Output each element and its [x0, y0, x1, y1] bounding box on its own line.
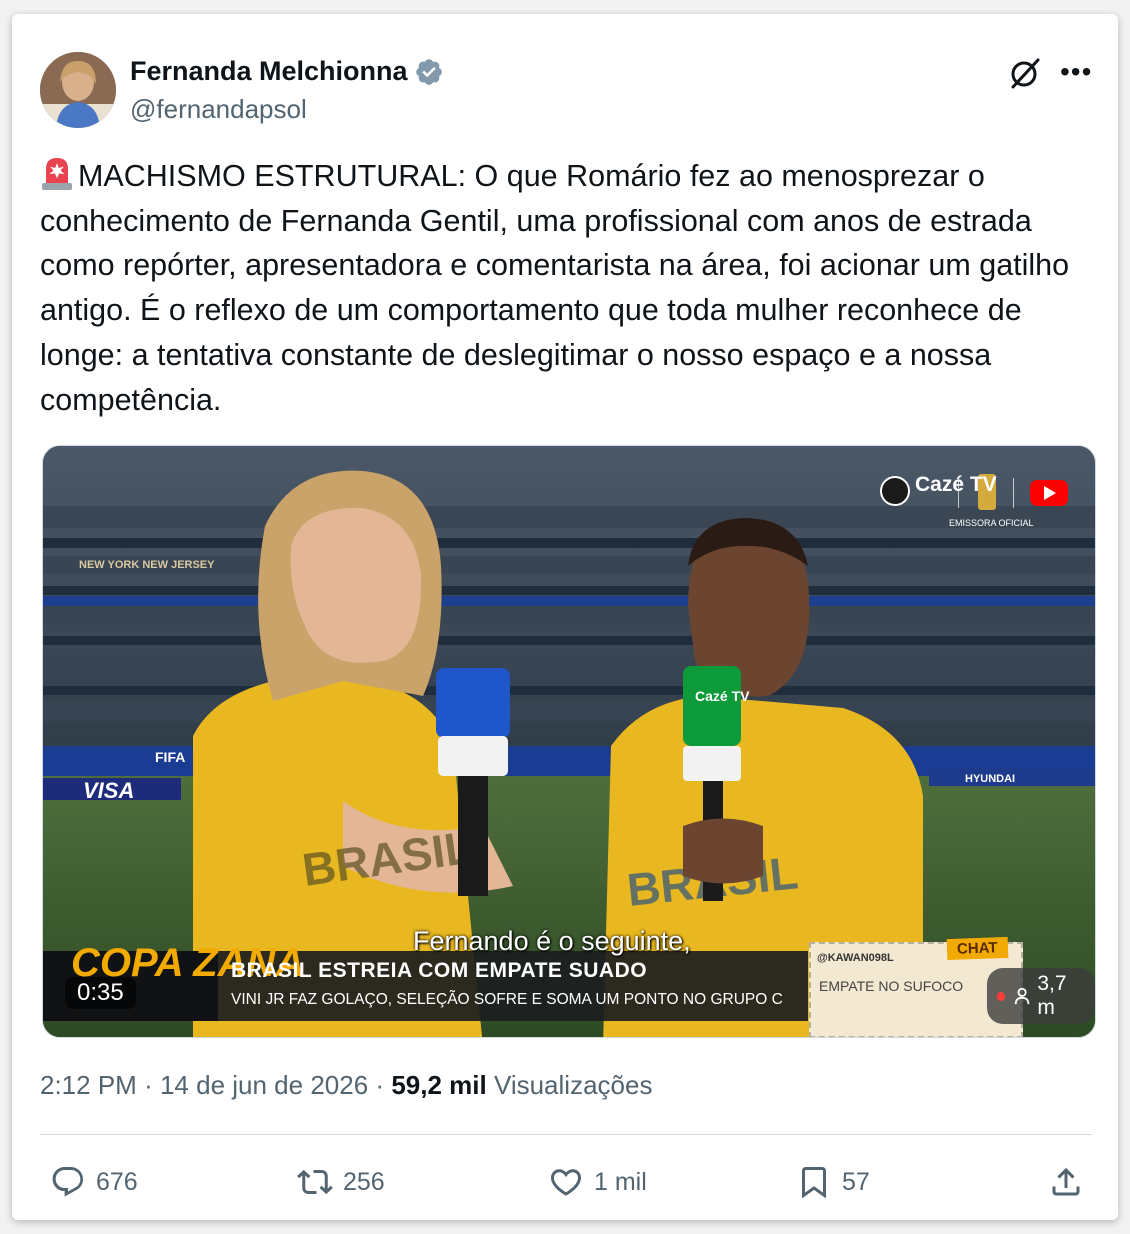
fifa-board-text: FIFA [155, 749, 185, 765]
like-count: 1 mil [594, 1167, 647, 1196]
bookmark-count: 57 [842, 1167, 870, 1196]
reply-icon [52, 1167, 83, 1197]
post-text-content: MACHISMO ESTRUTURAL: O que Romário fez a… [40, 159, 1070, 417]
viewers-count: 3,7 m [1037, 972, 1067, 1019]
action-bar: 676 256 1 mil 57 [12, 1164, 1118, 1204]
share-icon [1052, 1167, 1080, 1196]
repost-icon [297, 1169, 333, 1195]
chyron-subtitle: VINI JR FAZ GOLAÇO, SELEÇÃO SOFRE E SOMA… [231, 991, 783, 1008]
author-name-text: Fernanda Melchionna [130, 56, 408, 86]
reply-count: 676 [96, 1167, 138, 1196]
rotating-light-emoji-icon [42, 158, 72, 190]
more-options-icon[interactable]: ••• [1060, 56, 1092, 88]
bookmark-button[interactable]: 57 [796, 1164, 870, 1200]
author-handle[interactable]: @fernandapsol [130, 94, 307, 125]
views-label: Visualizações [493, 1070, 653, 1100]
meta-separator-2: · [375, 1070, 385, 1100]
stadium-sign-text: NEW YORK NEW JERSEY [79, 559, 215, 571]
post-card: Fernanda Melchionna @fernandapsol ••• MA… [12, 14, 1118, 1220]
bookmark-icon [802, 1167, 826, 1199]
live-dot-icon [997, 991, 1006, 1001]
reply-button[interactable]: 676 [50, 1164, 138, 1200]
avatar-image [40, 52, 116, 128]
like-button[interactable]: 1 mil [548, 1164, 647, 1200]
emissora-oficial-caption: EMISSORA OFICIAL [949, 518, 1034, 528]
visa-board-text: VISA [83, 778, 134, 803]
author-avatar[interactable] [40, 52, 116, 128]
verified-badge-icon[interactable] [414, 57, 444, 87]
chat-message: EMPATE NO SUFOCO [819, 978, 964, 994]
share-button[interactable] [1048, 1164, 1094, 1200]
repost-button[interactable]: 256 [297, 1164, 385, 1200]
mic-label-text: Cazé TV [695, 688, 750, 704]
heart-icon [550, 1169, 582, 1196]
live-viewers-badge: 3,7 m [987, 968, 1095, 1024]
chat-label: CHAT [946, 936, 1008, 961]
author-name[interactable]: Fernanda Melchionna [130, 56, 444, 87]
grok-icon[interactable] [1008, 56, 1042, 90]
hyundai-board-text: HYUNDAI [965, 773, 1015, 785]
chat-username: @KAWAN098L [817, 952, 894, 964]
actions-divider [40, 1134, 1092, 1135]
post-text: MACHISMO ESTRUTURAL: O que Romário fez a… [40, 154, 1080, 422]
video-player[interactable]: NEW YORK NEW JERSEY VISA FIFA HYUNDAI BR… [42, 445, 1096, 1038]
cazetv-logo: Cazé TV [915, 473, 997, 496]
meta-separator-1: · [144, 1070, 153, 1100]
chyron-title: BRASIL ESTREIA COM EMPATE SUADO [231, 959, 648, 982]
video-subtitle: Fernando é o seguinte, [413, 926, 691, 956]
person-icon [1014, 987, 1030, 1005]
video-duration-badge: 0:35 [65, 977, 136, 1009]
post-date[interactable]: 14 de jun de 2026 [160, 1070, 368, 1100]
post-meta: 2:12 PM · 14 de jun de 2026 · 59,2 mil V… [40, 1070, 652, 1101]
post-time[interactable]: 2:12 PM [40, 1070, 137, 1100]
repost-count: 256 [343, 1167, 385, 1196]
views-count: 59,2 mil [391, 1070, 487, 1100]
